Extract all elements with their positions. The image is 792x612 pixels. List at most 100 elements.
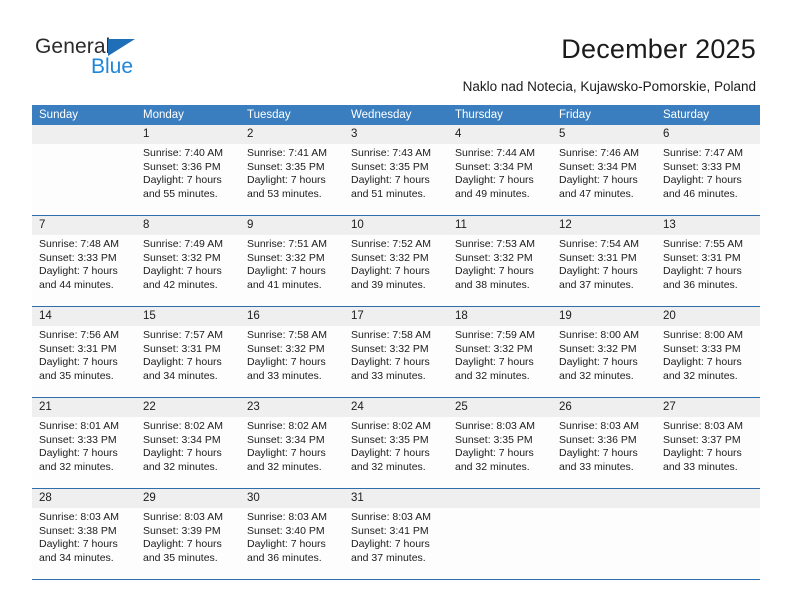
day-number[interactable]: 4: [448, 125, 552, 144]
day-cell[interactable]: Sunrise: 8:02 AM Sunset: 3:34 PM Daylight:…: [136, 417, 240, 488]
day-cell[interactable]: Sunrise: 8:03 AM Sunset: 3:41 PM Daylight:…: [344, 508, 448, 579]
brand-logo[interactable]: General Blue: [35, 36, 205, 84]
day-number[interactable]: 19: [552, 307, 656, 326]
day-cell[interactable]: Sunrise: 8:03 AM Sunset: 3:40 PM Daylight:…: [240, 508, 344, 579]
daylight-text-line2: and 33 minutes.: [559, 460, 634, 473]
day-cell[interactable]: Sunrise: 8:02 AM Sunset: 3:35 PM Daylight:…: [344, 417, 448, 488]
week-detail-band: Sunrise: 7:48 AM Sunset: 3:33 PM Daylight:…: [32, 235, 760, 306]
day-number[interactable]: 11: [448, 216, 552, 235]
day-number[interactable]: 2: [240, 125, 344, 144]
day-cell[interactable]: Sunrise: 7:59 AM Sunset: 3:32 PM Daylight:…: [448, 326, 552, 397]
day-number[interactable]: 29: [136, 489, 240, 508]
day-number[interactable]: 12: [552, 216, 656, 235]
day-cell[interactable]: Sunrise: 7:57 AM Sunset: 3:31 PM Daylight:…: [136, 326, 240, 397]
day-number[interactable]: 15: [136, 307, 240, 326]
daylight-text-line1: Daylight: 7 hours: [455, 356, 534, 369]
day-cell[interactable]: Sunrise: 7:43 AM Sunset: 3:35 PM Daylight:…: [344, 144, 448, 215]
sunrise-text: Sunrise: 7:59 AM: [455, 329, 535, 341]
day-cell[interactable]: Sunrise: 7:51 AM Sunset: 3:32 PM Daylight:…: [240, 235, 344, 306]
day-number[interactable]: 16: [240, 307, 344, 326]
day-cell[interactable]: Sunrise: 8:03 AM Sunset: 3:35 PM Daylight:…: [448, 417, 552, 488]
day-number[interactable]: 10: [344, 216, 448, 235]
day-cell[interactable]: Sunrise: 7:41 AM Sunset: 3:35 PM Daylight:…: [240, 144, 344, 215]
day-cell[interactable]: Sunrise: 7:44 AM Sunset: 3:34 PM Daylight:…: [448, 144, 552, 215]
sunrise-text: Sunrise: 7:51 AM: [247, 238, 327, 250]
day-number[interactable]: 27: [656, 398, 760, 417]
day-number[interactable]: 14: [32, 307, 136, 326]
day-number[interactable]: 6: [656, 125, 760, 144]
day-number[interactable]: 3: [344, 125, 448, 144]
day-number[interactable]: 22: [136, 398, 240, 417]
day-cell[interactable]: Sunrise: 7:46 AM Sunset: 3:34 PM Daylight:…: [552, 144, 656, 215]
page-header: General Blue December 2025 Naklo nad Not…: [0, 0, 792, 100]
day-number[interactable]: 26: [552, 398, 656, 417]
day-cell[interactable]: Sunrise: 7:48 AM Sunset: 3:33 PM Daylight:…: [32, 235, 136, 306]
daylight-text-line1: Daylight: 7 hours: [39, 265, 118, 278]
sunrise-text: Sunrise: 7:54 AM: [559, 238, 639, 250]
day-number[interactable]: 28: [32, 489, 136, 508]
day-cell[interactable]: Sunrise: 7:56 AM Sunset: 3:31 PM Daylight:…: [32, 326, 136, 397]
calendar-week-row: 1 2 3 4 5 6 Sunrise: 7:40 AM Sunset: 3:36 PM Day…: [32, 125, 760, 215]
day-cell[interactable]: Sunrise: 8:01 AM Sunset: 3:33 PM Daylight:…: [32, 417, 136, 488]
day-cell[interactable]: Sunrise: 7:55 AM Sunset: 3:31 PM Daylight:…: [656, 235, 760, 306]
day-number[interactable]: 9: [240, 216, 344, 235]
sunrise-text: Sunrise: 8:02 AM: [247, 420, 327, 432]
day-cell[interactable]: Sunrise: 8:00 AM Sunset: 3:32 PM Daylight:…: [552, 326, 656, 397]
week-day-number-band: 28 29 30 31: [32, 489, 760, 508]
day-cell[interactable]: Sunrise: 8:03 AM Sunset: 3:39 PM Daylight:…: [136, 508, 240, 579]
daylight-text-line2: and 34 minutes.: [39, 551, 114, 564]
sunrise-text: Sunrise: 7:58 AM: [351, 329, 431, 341]
day-number: [552, 489, 656, 508]
daylight-text-line1: Daylight: 7 hours: [351, 356, 430, 369]
daylight-text-line1: Daylight: 7 hours: [247, 174, 326, 187]
day-number[interactable]: 30: [240, 489, 344, 508]
weekday-header-friday: Friday: [559, 109, 591, 121]
day-number[interactable]: 20: [656, 307, 760, 326]
daylight-text-line1: Daylight: 7 hours: [143, 174, 222, 187]
day-cell[interactable]: Sunrise: 7:47 AM Sunset: 3:33 PM Daylight:…: [656, 144, 760, 215]
day-number[interactable]: 8: [136, 216, 240, 235]
day-number[interactable]: 17: [344, 307, 448, 326]
daylight-text-line1: Daylight: 7 hours: [559, 447, 638, 460]
daylight-text-line2: and 36 minutes.: [663, 278, 738, 291]
day-number[interactable]: 1: [136, 125, 240, 144]
sunset-text: Sunset: 3:35 PM: [351, 160, 429, 173]
sunset-text: Sunset: 3:33 PM: [39, 433, 117, 446]
day-cell: [656, 508, 760, 579]
sunset-text: Sunset: 3:32 PM: [455, 251, 533, 264]
day-number[interactable]: 21: [32, 398, 136, 417]
day-number[interactable]: 24: [344, 398, 448, 417]
day-number[interactable]: 18: [448, 307, 552, 326]
day-cell[interactable]: Sunrise: 8:03 AM Sunset: 3:37 PM Daylight:…: [656, 417, 760, 488]
day-cell[interactable]: Sunrise: 7:58 AM Sunset: 3:32 PM Daylight:…: [240, 326, 344, 397]
day-cell[interactable]: Sunrise: 8:03 AM Sunset: 3:36 PM Daylight:…: [552, 417, 656, 488]
calendar-weeks: 1 2 3 4 5 6 Sunrise: 7:40 AM Sunset: 3:36 PM Day…: [32, 125, 760, 579]
sunrise-text: Sunrise: 8:03 AM: [663, 420, 743, 432]
day-number[interactable]: 13: [656, 216, 760, 235]
sunrise-text: Sunrise: 8:03 AM: [143, 511, 223, 523]
sunrise-text: Sunrise: 8:02 AM: [351, 420, 431, 432]
day-number[interactable]: 5: [552, 125, 656, 144]
day-cell[interactable]: Sunrise: 7:49 AM Sunset: 3:32 PM Daylight:…: [136, 235, 240, 306]
day-number[interactable]: 31: [344, 489, 448, 508]
day-cell[interactable]: Sunrise: 8:03 AM Sunset: 3:38 PM Daylight:…: [32, 508, 136, 579]
day-cell[interactable]: Sunrise: 7:40 AM Sunset: 3:36 PM Daylight:…: [136, 144, 240, 215]
day-number[interactable]: 23: [240, 398, 344, 417]
day-cell[interactable]: Sunrise: 7:52 AM Sunset: 3:32 PM Daylight:…: [344, 235, 448, 306]
day-number[interactable]: 7: [32, 216, 136, 235]
calendar-week-row: 7 8 9 10 11 12 13 Sunrise: 7:48 AM Sunset: 3:33 …: [32, 215, 760, 306]
day-number[interactable]: 25: [448, 398, 552, 417]
daylight-text-line1: Daylight: 7 hours: [39, 538, 118, 551]
sunrise-text: Sunrise: 8:00 AM: [559, 329, 639, 341]
day-cell[interactable]: Sunrise: 7:53 AM Sunset: 3:32 PM Daylight:…: [448, 235, 552, 306]
brand-name-secondary: Blue: [91, 55, 134, 78]
sunrise-text: Sunrise: 7:57 AM: [143, 329, 223, 341]
day-cell[interactable]: Sunrise: 7:58 AM Sunset: 3:32 PM Daylight:…: [344, 326, 448, 397]
day-cell[interactable]: Sunrise: 7:54 AM Sunset: 3:31 PM Daylight:…: [552, 235, 656, 306]
sunset-text: Sunset: 3:31 PM: [143, 342, 221, 355]
day-cell[interactable]: Sunrise: 8:02 AM Sunset: 3:34 PM Daylight:…: [240, 417, 344, 488]
daylight-text-line1: Daylight: 7 hours: [559, 265, 638, 278]
daylight-text-line1: Daylight: 7 hours: [455, 265, 534, 278]
sunrise-text: Sunrise: 8:03 AM: [39, 511, 119, 523]
day-cell[interactable]: Sunrise: 8:00 AM Sunset: 3:33 PM Daylight:…: [656, 326, 760, 397]
